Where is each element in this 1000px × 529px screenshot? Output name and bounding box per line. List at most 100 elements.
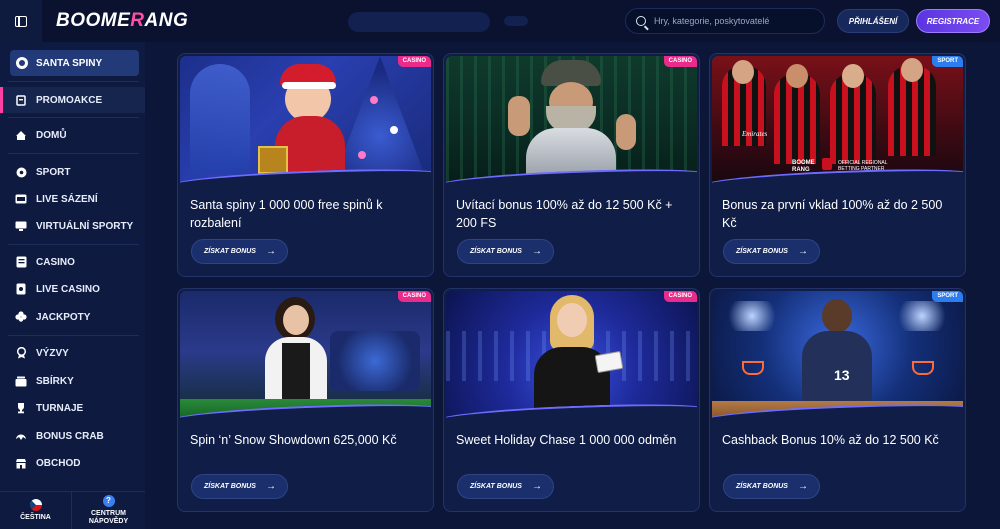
milan-crest [822, 158, 832, 170]
sidebar-item-label: VÝZVY [36, 347, 69, 359]
sidebar-item-label: LIVE SÁZENÍ [36, 193, 98, 205]
register-button[interactable]: REGISTRACE [916, 9, 990, 33]
santa-spins-label: SANTA SPINY [36, 57, 103, 69]
promo-card-image: 13 [712, 291, 963, 424]
promo-card-title: Bonus za první vklad 100% až do 2 500 Kč [722, 198, 943, 230]
sidebar-item-turnaje[interactable]: TURNAJE [0, 395, 145, 421]
search-input[interactable]: Hry, kategorie, poskytovatelé [625, 8, 825, 34]
promo-card[interactable]: CASINO Sweet Holiday Chase 1 000 000 odm… [443, 288, 700, 512]
sidebar-item-promoakce[interactable]: PROMOAKCE [0, 87, 145, 113]
trophy-icon [15, 403, 27, 414]
virtual-sports-icon [15, 221, 27, 232]
thumb-up-right [616, 114, 636, 150]
sidebar-divider [8, 117, 139, 118]
sidebar-item-jackpoty[interactable]: JACKPOTY [0, 304, 145, 330]
sidebar-toggle-icon [15, 15, 27, 27]
sidebar-item-obchod[interactable]: OBCHOD [0, 450, 145, 476]
sidebar-item-live-sazeni[interactable]: LIVE SÁZENÍ [0, 186, 145, 212]
dealer-face [283, 305, 309, 335]
get-bonus-button[interactable]: ZÍSKAT BONUS → [457, 474, 554, 499]
shop-icon [15, 458, 27, 469]
get-bonus-label: ZÍSKAT BONUS [736, 248, 788, 255]
promo-card[interactable]: CASINO Santa spiny 1 000 000 free spinů … [177, 53, 434, 277]
sidebar-divider [8, 81, 139, 82]
login-button[interactable]: PŘIHLÁŠENÍ [837, 9, 909, 33]
sport-badge: SPORT [932, 56, 963, 67]
boomerang-logo[interactable]: BOOMERANG [56, 10, 188, 32]
promo-card-title: Spin ‘n’ Snow Showdown 625,000 Kč [190, 433, 397, 447]
sidebar-item-label: SPORT [36, 166, 71, 178]
thumb-up-left [508, 96, 530, 136]
promo-card-title: Santa spiny 1 000 000 free spinů k rozba… [190, 198, 383, 230]
sidebar-item-label: OBCHOD [36, 457, 81, 469]
sidebar-item-sbirky[interactable]: SBÍRKY [0, 368, 145, 394]
soccer-ball-icon [15, 167, 27, 178]
sidebar-divider [8, 244, 139, 245]
language-button[interactable]: ČEŠTINA [0, 491, 72, 529]
sidebar-item-label: TURNAJE [36, 402, 84, 414]
get-bonus-button[interactable]: ZÍSKAT BONUS → [457, 239, 554, 264]
search-placeholder: Hry, kategorie, poskytovatelé [654, 16, 770, 26]
sidebar-item-virtualni-sporty[interactable]: VIRTUÁLNÍ SPORTY [0, 213, 145, 239]
basketball-hoop [912, 361, 934, 375]
christmas-tree [330, 56, 430, 189]
sidebar-item-label: JACKPOTY [36, 311, 91, 323]
promo-card[interactable]: CASINO Uvítací bonus 100% až do 12 500 K… [443, 53, 700, 277]
help-center-button[interactable]: ? CENTRUM NÁPOVĚDY [72, 491, 145, 529]
sidebar-toggle-button[interactable] [0, 0, 42, 42]
casino-badge: CASINO [663, 56, 697, 67]
sidebar-item-sport[interactable]: SPORT [0, 159, 145, 185]
collection-icon [15, 376, 27, 387]
santa-spins-button[interactable]: SANTA SPINY [10, 50, 139, 76]
live-casino-icon [15, 283, 27, 295]
partner-caption: OFFICIAL REGIONAL BETTING PARTNER [838, 160, 888, 172]
sidebar-item-label: PROMOAKCE [36, 94, 103, 106]
casino-badge: CASINO [397, 291, 431, 302]
promo-icon [15, 94, 27, 106]
header-placeholder-dot [504, 16, 528, 26]
casino-badge: CASINO [663, 291, 697, 302]
clover-icon [15, 311, 27, 323]
get-bonus-button[interactable]: ZÍSKAT BONUS → [723, 239, 820, 264]
arrow-right-icon: → [797, 246, 808, 257]
basketball-court [712, 401, 963, 424]
promo-card-image [446, 291, 697, 424]
sidebar-item-label: BONUS CRAB [36, 430, 104, 442]
sport-badge: SPORT [932, 291, 963, 302]
language-label: ČEŠTINA [20, 514, 51, 521]
sidebar-divider [8, 335, 139, 336]
sidebar-item-label: CASINO [36, 256, 75, 268]
get-bonus-button[interactable]: ZÍSKAT BONUS → [191, 474, 288, 499]
get-bonus-label: ZÍSKAT BONUS [736, 483, 788, 490]
header-placeholder-bar [348, 12, 490, 32]
sidebar-item-bonus-crab[interactable]: BONUS CRAB [0, 423, 145, 449]
sidebar-item-vyzvy[interactable]: VÝZVY [0, 340, 145, 366]
arrow-right-icon: → [797, 481, 808, 492]
crab-icon [15, 431, 27, 442]
get-bonus-button[interactable]: ZÍSKAT BONUS → [191, 239, 288, 264]
get-bonus-label: ZÍSKAT BONUS [470, 248, 522, 255]
stadium-light [892, 301, 952, 331]
promo-card[interactable]: CASINO Spin ‘n’ Snow Showdown 625,000 Kč… [177, 288, 434, 512]
promo-card-image [180, 291, 431, 424]
player-head [822, 299, 852, 333]
sidebar-item-label: LIVE CASINO [36, 283, 100, 295]
roulette-table [180, 399, 431, 424]
live-betting-icon [15, 194, 27, 205]
woman-face [557, 303, 587, 337]
arrow-right-icon: → [265, 246, 276, 257]
sidebar-item-domu[interactable]: DOMŮ [0, 122, 145, 148]
gift-box [258, 146, 288, 174]
get-bonus-label: ZÍSKAT BONUS [204, 248, 256, 255]
sidebar-item-casino[interactable]: CASINO [0, 249, 145, 275]
sidebar-item-live-casino[interactable]: LIVE CASINO [0, 276, 145, 302]
promo-card[interactable]: Emirates BOOME RANG OFFICIAL REGIONAL BETT… [709, 53, 966, 277]
emirates-sponsor: Emirates [742, 130, 768, 138]
promo-card[interactable]: 13 SPORT Cashback Bonus 10% až do 12 500… [709, 288, 966, 512]
czech-flag-icon [29, 499, 42, 511]
sidebar-item-label: VIRTUÁLNÍ SPORTY [36, 220, 134, 232]
sidebar-item-label: DOMŮ [36, 129, 67, 141]
home-icon [15, 130, 27, 141]
get-bonus-button[interactable]: ZÍSKAT BONUS → [723, 474, 820, 499]
arrow-right-icon: → [531, 246, 542, 257]
